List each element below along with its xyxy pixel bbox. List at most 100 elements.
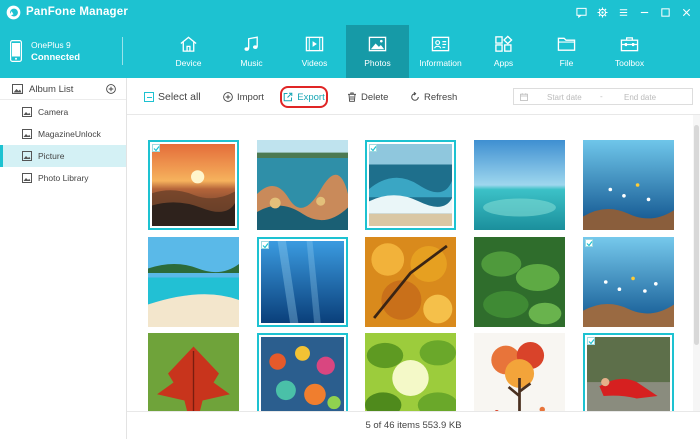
- album-icon: [12, 84, 23, 94]
- photo-checkbox[interactable]: [369, 144, 377, 152]
- maximize-icon[interactable]: [658, 4, 673, 20]
- nav-tab-device[interactable]: Device: [157, 25, 220, 78]
- photo-thumbnail: [583, 140, 674, 230]
- photo-thumbnail: [152, 144, 235, 226]
- main-nav-bar: OnePlus 9 Connected Device Music Videos …: [0, 25, 700, 78]
- photo-thumbnail: [587, 337, 670, 411]
- end-date-input[interactable]: End date: [624, 93, 656, 102]
- menu-icon[interactable]: [616, 4, 631, 20]
- app-title: PanFone Manager: [26, 6, 129, 18]
- photo-checkbox[interactable]: [585, 239, 593, 247]
- refresh-button[interactable]: Refresh: [410, 89, 457, 105]
- photo-thumbnail: [261, 241, 344, 323]
- photo-thumbnail: [474, 237, 565, 327]
- photo-thumbnail: [474, 333, 565, 411]
- music-icon: [244, 36, 258, 51]
- photo-thumbnail: [261, 337, 344, 411]
- phone-icon: [10, 40, 22, 62]
- album-icon: [22, 173, 32, 183]
- date-separator: -: [600, 92, 603, 101]
- device-status: Connected: [31, 52, 81, 63]
- minimize-icon[interactable]: [637, 4, 652, 20]
- photo-thumbnail: [257, 140, 348, 230]
- photo-thumbnail: [474, 140, 565, 230]
- photo-thumbnail: [148, 333, 239, 411]
- select-all-checkbox[interactable]: Select all: [144, 89, 201, 105]
- trash-icon: [348, 92, 356, 102]
- nav-tab-toolbox[interactable]: Toolbox: [598, 25, 661, 78]
- sidebar-item-photo-library[interactable]: Photo Library: [0, 167, 126, 189]
- nav-label: Device: [175, 58, 202, 68]
- video-icon: [305, 36, 324, 52]
- selection-status: 5 of 46 items 553.9 KB: [365, 420, 462, 431]
- photo-thumbnail: [365, 333, 456, 411]
- photo-tile[interactable]: [583, 140, 674, 230]
- sidebar-item-label: Camera: [38, 107, 69, 117]
- photo-tile[interactable]: [365, 140, 456, 230]
- feedback-icon[interactable]: [574, 4, 589, 20]
- photo-tile[interactable]: [148, 140, 239, 230]
- photo-tile[interactable]: [474, 333, 565, 411]
- scroll-thumb[interactable]: [694, 125, 699, 345]
- device-info[interactable]: OnePlus 9 Connected: [0, 25, 122, 78]
- photo-thumbnail: [369, 144, 452, 226]
- import-button[interactable]: Import: [223, 89, 264, 105]
- contact-card-icon: [431, 36, 450, 52]
- nav-tab-photos[interactable]: Photos: [346, 25, 409, 78]
- nav-divider: [122, 37, 123, 65]
- album-list-title: Album List: [29, 84, 74, 95]
- nav-label: Toolbox: [614, 58, 645, 68]
- photo-tile[interactable]: [474, 140, 565, 230]
- import-icon: [223, 92, 233, 102]
- photo-tile[interactable]: [583, 333, 674, 411]
- nav-label: File: [559, 58, 574, 68]
- device-name: OnePlus 9: [31, 40, 71, 50]
- status-bar: 5 of 46 items 553.9 KB: [127, 411, 700, 439]
- photo-tile[interactable]: [257, 237, 348, 327]
- album-icon: [22, 151, 32, 161]
- nav-label: Videos: [301, 58, 328, 68]
- refresh-label: Refresh: [424, 91, 458, 103]
- nav-tab-videos[interactable]: Videos: [283, 25, 346, 78]
- settings-gear-icon[interactable]: [595, 4, 610, 20]
- album-list-header[interactable]: Album List: [0, 78, 126, 100]
- album-icon: [22, 107, 32, 117]
- export-button[interactable]: Export: [280, 86, 328, 108]
- photo-icon: [368, 36, 387, 52]
- photo-tile[interactable]: [148, 333, 239, 411]
- date-range-filter[interactable]: Start date - End date: [513, 88, 693, 105]
- photo-tile[interactable]: [257, 140, 348, 230]
- photo-thumbnail: [148, 237, 239, 327]
- sidebar-item-camera[interactable]: Camera: [0, 101, 126, 123]
- photo-checkbox[interactable]: [587, 337, 595, 345]
- sidebar-item-label: Photo Library: [38, 173, 89, 183]
- photo-tile[interactable]: [257, 333, 348, 411]
- sidebar-item-magazineunlock[interactable]: MagazineUnlock: [0, 123, 126, 145]
- photo-checkbox[interactable]: [261, 241, 269, 249]
- photo-tile[interactable]: [148, 237, 239, 327]
- photo-toolbar: Select all Import Export Delete Refresh …: [127, 78, 700, 115]
- delete-button[interactable]: Delete: [347, 89, 388, 105]
- nav-tab-music[interactable]: Music: [220, 25, 283, 78]
- photo-tile[interactable]: [583, 237, 674, 327]
- add-album-icon[interactable]: [106, 84, 116, 94]
- title-bar: PanFone Manager: [0, 0, 700, 25]
- photo-tile[interactable]: [474, 237, 565, 327]
- app-logo-icon: [6, 5, 21, 20]
- sidebar-item-picture[interactable]: Picture: [0, 145, 126, 167]
- grid-scrollbar[interactable]: [693, 115, 700, 411]
- folder-icon: [557, 37, 576, 51]
- photo-tile[interactable]: [365, 237, 456, 327]
- close-icon[interactable]: [679, 4, 694, 20]
- photo-checkbox[interactable]: [152, 144, 160, 152]
- photo-tile[interactable]: [365, 333, 456, 411]
- nav-tab-apps[interactable]: Apps: [472, 25, 535, 78]
- apps-icon: [495, 35, 513, 52]
- sidebar-item-label: Picture: [38, 151, 65, 161]
- nav-tab-information[interactable]: Information: [409, 25, 472, 78]
- album-icon: [22, 129, 32, 139]
- calendar-icon: [520, 93, 528, 101]
- start-date-input[interactable]: Start date: [547, 93, 582, 102]
- album-sidebar: Album List Camera MagazineUnlock Picture…: [0, 78, 127, 439]
- nav-tab-file[interactable]: File: [535, 25, 598, 78]
